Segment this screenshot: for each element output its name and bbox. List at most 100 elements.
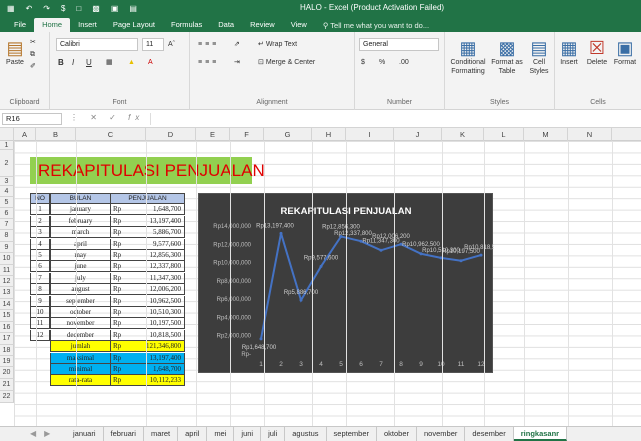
row-header-13[interactable]: 13: [0, 287, 14, 299]
summary-label[interactable]: maksimal: [50, 352, 111, 364]
tab-home[interactable]: Home: [34, 18, 71, 32]
row-header-17[interactable]: 17: [0, 333, 14, 345]
header-penjualan[interactable]: PENJUALAN: [110, 193, 185, 204]
select-all-corner[interactable]: [0, 128, 14, 141]
decimal-icon[interactable]: .00: [399, 58, 409, 67]
paste-button[interactable]: ▤ Paste: [4, 38, 26, 67]
data-point[interactable]: [479, 253, 483, 257]
undo-icon[interactable]: ↶: [26, 4, 33, 13]
row-header-14[interactable]: 14: [0, 299, 14, 310]
data-point[interactable]: [259, 337, 263, 341]
data-point[interactable]: [319, 264, 323, 268]
row-header-6[interactable]: 6: [0, 208, 14, 219]
cell-bulan[interactable]: may: [50, 250, 111, 261]
cell-no[interactable]: 1: [30, 204, 50, 216]
summary-value[interactable]: 1,648,700: [125, 364, 183, 375]
new-file-icon[interactable]: □: [76, 4, 81, 13]
italic-button[interactable]: I: [72, 58, 74, 67]
sheet-tab-mei[interactable]: mei: [207, 427, 235, 441]
cell-no[interactable]: 11: [30, 318, 50, 330]
cell-penjualan[interactable]: 12,856,300: [125, 250, 183, 261]
format-cells-button[interactable]: ▣ Format: [611, 38, 639, 67]
cell-bulan[interactable]: march: [50, 227, 111, 239]
row-header-11[interactable]: 11: [0, 265, 14, 276]
cell-no[interactable]: 12: [30, 329, 50, 341]
fill-color-icon[interactable]: ▲: [128, 58, 135, 67]
cell-penjualan[interactable]: 10,818,500: [125, 330, 183, 341]
row-header-1[interactable]: 1: [0, 141, 14, 150]
column-header-K[interactable]: K: [442, 128, 484, 141]
cell-no[interactable]: 8: [30, 284, 50, 296]
data-point[interactable]: [299, 298, 303, 302]
cell-bulan[interactable]: december: [50, 329, 111, 341]
cell-bulan[interactable]: september: [50, 295, 111, 307]
cell-no[interactable]: 2: [30, 215, 50, 227]
column-header-H[interactable]: H: [312, 128, 346, 141]
cell-penjualan[interactable]: 10,197,500: [125, 318, 183, 329]
sheet-tab-september[interactable]: september: [327, 427, 377, 441]
formula-input[interactable]: [150, 113, 635, 125]
cell-penjualan[interactable]: 5,886,700: [125, 227, 183, 238]
row-header-2[interactable]: 2: [0, 150, 14, 177]
wrap-text-button[interactable]: ↵ Wrap Text: [258, 40, 297, 49]
currency-button[interactable]: $: [361, 58, 365, 67]
sheet-tab-juni[interactable]: juni: [234, 427, 262, 441]
column-header-F[interactable]: F: [230, 128, 264, 141]
column-header-C[interactable]: C: [76, 128, 146, 141]
column-header-L[interactable]: L: [484, 128, 524, 141]
sheet-tab-april[interactable]: april: [178, 427, 208, 441]
cell-bulan[interactable]: june: [50, 261, 111, 273]
column-header-M[interactable]: M: [524, 128, 568, 141]
tab-insert[interactable]: Insert: [70, 18, 105, 32]
data-point[interactable]: [279, 231, 283, 235]
column-header-A[interactable]: A: [14, 128, 36, 141]
column-header-D[interactable]: D: [146, 128, 196, 141]
sheet-nav-arrows[interactable]: ◀▶: [30, 427, 58, 441]
format-as-table-button[interactable]: ▩ Format as Table: [491, 38, 523, 76]
cell-no[interactable]: 6: [30, 261, 50, 273]
row-header-4[interactable]: 4: [0, 186, 14, 197]
chart-icon[interactable]: ▩: [92, 4, 100, 13]
row-header-18[interactable]: 18: [0, 345, 14, 356]
tab-file[interactable]: File: [6, 18, 34, 32]
sheet-tab-agustus[interactable]: agustus: [285, 427, 327, 441]
cell-no[interactable]: 9: [30, 295, 50, 307]
cell-bulan[interactable]: october: [50, 307, 111, 318]
sheet-tab-oktober[interactable]: oktober: [377, 427, 418, 441]
cell-no[interactable]: 7: [30, 272, 50, 284]
row-header-9[interactable]: 9: [0, 242, 14, 253]
sheet-tab-juli[interactable]: juli: [261, 427, 286, 441]
underline-button[interactable]: U: [86, 58, 92, 67]
delete-cells-button[interactable]: ☒ Delete: [583, 38, 611, 67]
font-name-select[interactable]: Calibri: [56, 38, 138, 51]
summary-value[interactable]: 121,346,800: [125, 341, 183, 352]
merge-center-button[interactable]: ⊡ Merge & Center: [258, 58, 315, 67]
copy-icon[interactable]: ⧉: [30, 50, 35, 59]
horizontal-align-icons[interactable]: ≡≡≡: [198, 58, 219, 67]
tab-page-layout[interactable]: Page Layout: [105, 18, 163, 32]
cell-bulan[interactable]: january: [50, 204, 111, 216]
row-header-22[interactable]: 22: [0, 391, 14, 403]
row-header-21[interactable]: 21: [0, 379, 14, 391]
row-header-12[interactable]: 12: [0, 276, 14, 287]
bold-button[interactable]: B: [58, 58, 64, 67]
tell-me-box[interactable]: ⚲ Tell me what you want to do...: [315, 19, 429, 32]
preview-icon[interactable]: ▣: [111, 4, 119, 13]
cell-no[interactable]: 3: [30, 227, 50, 239]
cell-styles-button[interactable]: ▤ Cell Styles: [525, 38, 553, 76]
formula-icons[interactable]: ⋮ ✕ ✓ fx: [70, 113, 144, 122]
insert-cells-button[interactable]: ▦ Insert: [555, 38, 583, 67]
row-header-5[interactable]: 5: [0, 197, 14, 208]
column-header-N[interactable]: N: [568, 128, 612, 141]
cut-icon[interactable]: ✂: [30, 38, 36, 47]
sheet-tab-november[interactable]: november: [417, 427, 466, 441]
cell-bulan[interactable]: august: [50, 284, 111, 296]
cell-bulan[interactable]: february: [50, 215, 111, 227]
cell-penjualan[interactable]: 10,962,500: [125, 296, 183, 307]
data-point[interactable]: [459, 259, 463, 263]
column-header-B[interactable]: B: [36, 128, 76, 141]
cell-bulan[interactable]: november: [50, 318, 111, 330]
cell-no[interactable]: 10: [30, 307, 50, 318]
cell-bulan[interactable]: july: [50, 272, 111, 284]
cell-penjualan[interactable]: 10,510,300: [125, 307, 183, 318]
